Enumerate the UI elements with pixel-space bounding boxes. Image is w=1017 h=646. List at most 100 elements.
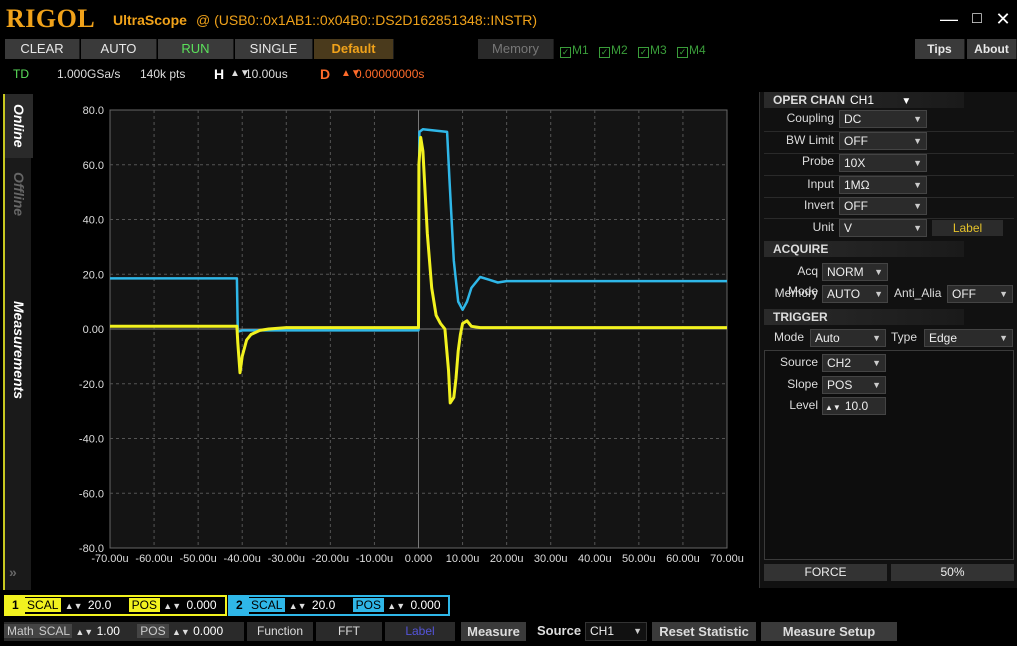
- math-label-button[interactable]: Label: [385, 622, 455, 641]
- ch2-pos-value[interactable]: 0.000: [410, 598, 440, 612]
- trigger-slope-label: Slope: [787, 377, 818, 391]
- trigger-header: TRIGGER: [764, 309, 964, 325]
- measure-source-select[interactable]: CH1 ▼: [585, 622, 647, 641]
- x-tick-label: 50.00u: [622, 553, 656, 565]
- y-tick-labels: 80.060.040.020.00.00-20.0-40.0-60.0-80.0: [79, 105, 104, 555]
- bw-limit-label: BW Limit: [786, 133, 834, 147]
- trigger-mode-select[interactable]: Auto ▼: [810, 329, 886, 347]
- minimize-icon[interactable]: —: [938, 8, 960, 30]
- ch1-badge: 1: [6, 597, 25, 614]
- run-button[interactable]: RUN: [158, 39, 234, 59]
- caret-down-icon: ▼: [633, 626, 642, 636]
- force-button[interactable]: FORCE: [764, 564, 887, 581]
- math-function-button[interactable]: Function: [247, 622, 313, 641]
- spin-icon[interactable]: ▲▼: [163, 601, 181, 611]
- auto-button[interactable]: AUTO: [81, 39, 157, 59]
- ch1-scale-value[interactable]: 20.0: [88, 598, 111, 612]
- x-tick-label: -20.00u: [312, 553, 349, 565]
- m1-checkbox[interactable]: ✓ M1: [560, 42, 589, 58]
- single-button[interactable]: SINGLE: [235, 39, 313, 59]
- trigger-type-select[interactable]: Edge ▼: [924, 329, 1013, 347]
- spin-icon[interactable]: ▲▼: [387, 601, 405, 611]
- x-tick-label: -40.00u: [224, 553, 261, 565]
- y-tick-label: 20.0: [83, 269, 104, 281]
- y-tick-label: -60.0: [79, 488, 104, 500]
- acquire-header: ACQUIRE: [764, 241, 964, 257]
- d-value[interactable]: 0.00000000s: [355, 66, 424, 82]
- maximize-icon[interactable]: □: [966, 8, 988, 30]
- math-settings[interactable]: Math SCAL ▲▼ 1.00 POS ▲▼ 0.000: [4, 622, 244, 641]
- measure-setup-button[interactable]: Measure Setup: [761, 622, 897, 641]
- y-tick-label: 0.00: [83, 324, 104, 336]
- checkmark-icon: ✓: [638, 47, 649, 58]
- anti-alias-select[interactable]: OFF ▼: [947, 285, 1013, 303]
- x-tick-label: 0.000: [405, 553, 433, 565]
- measure-source-label: Source: [537, 623, 582, 638]
- m3-checkbox[interactable]: ✓ M3: [638, 42, 667, 58]
- m4-checkbox[interactable]: ✓ M4: [677, 42, 706, 58]
- trigger-type-label: Type: [891, 330, 918, 344]
- bw-limit-select[interactable]: OFF ▼: [839, 132, 927, 150]
- default-button[interactable]: Default: [314, 39, 394, 59]
- caret-down-icon: ▼: [872, 333, 881, 343]
- y-tick-label: -20.0: [79, 379, 104, 391]
- h-value[interactable]: 10.00us: [245, 66, 288, 82]
- about-button[interactable]: About: [967, 39, 1017, 59]
- tab-online[interactable]: Online: [5, 94, 33, 158]
- unit-label: Unit: [812, 220, 834, 234]
- x-tick-labels: -70.00u -60.00u -50.00u -40.00u -30.00u -20.0…: [91, 553, 743, 565]
- td-label: TD: [13, 67, 29, 81]
- app-name: UltraScope: [113, 12, 187, 28]
- waveform-chart: 80.060.040.020.00.00-20.0-40.0-60.0-80.0…: [79, 105, 744, 565]
- memory-depth: 140k pts: [140, 67, 186, 81]
- m2-checkbox[interactable]: ✓ M2: [599, 42, 628, 58]
- math-label: Math: [4, 624, 37, 638]
- memory-select[interactable]: AUTO ▼: [822, 285, 888, 303]
- memory-label: Memory: [774, 286, 818, 300]
- ch1-pos-value[interactable]: 0.000: [186, 598, 216, 612]
- tab-offline[interactable]: Offline: [5, 160, 33, 228]
- input-select[interactable]: 1MΩ ▼: [839, 176, 927, 194]
- trigger-slope-select[interactable]: POS ▼: [822, 376, 886, 394]
- x-tick-label: 40.00u: [578, 553, 612, 565]
- math-scale-value[interactable]: 1.00: [97, 624, 120, 638]
- trigger-source-select[interactable]: CH2 ▼: [822, 354, 886, 372]
- sample-rate: 1.000GSa/s: [57, 67, 121, 81]
- spin-icon[interactable]: ▲▼: [172, 627, 190, 637]
- measure-button[interactable]: Measure: [461, 622, 526, 641]
- waveform-display[interactable]: 80.0 60.0 40.0 20.0 0.00 -20.0 -40.0 -60.0 -80.0…: [35, 94, 755, 588]
- clear-button[interactable]: CLEAR: [5, 39, 80, 59]
- double-chevron-icon[interactable]: »: [9, 564, 17, 580]
- probe-select[interactable]: 10X ▼: [839, 154, 927, 172]
- x-tick-label: 20.00u: [490, 553, 524, 565]
- ch2-scale-value[interactable]: 20.0: [312, 598, 335, 612]
- x-tick-label: -10.00u: [356, 553, 393, 565]
- memory-button[interactable]: Memory: [478, 39, 554, 59]
- spin-icon[interactable]: ▲▼: [289, 601, 307, 611]
- ch1-scal-label: SCAL: [24, 598, 62, 612]
- fifty-percent-button[interactable]: 50%: [891, 564, 1014, 581]
- math-pos-value[interactable]: 0.000: [193, 624, 223, 638]
- tab-measurements[interactable]: Measurements: [5, 290, 33, 410]
- caret-down-icon: ▼: [872, 358, 881, 368]
- reset-statistic-button[interactable]: Reset Statistic: [652, 622, 756, 641]
- unit-select[interactable]: V ▼: [839, 219, 927, 237]
- ch1-settings[interactable]: 1 SCAL ▲▼ 20.0 POS ▲▼ 0.000: [4, 595, 227, 616]
- y-tick-label: 80.0: [83, 105, 104, 117]
- channel-label-button[interactable]: Label: [932, 220, 1003, 236]
- invert-select[interactable]: OFF ▼: [839, 197, 927, 215]
- caret-down-icon: ▼: [913, 158, 922, 168]
- right-panel: OPER CHAN CH1 ▼ Coupling DC ▼ BW Limit OF…: [759, 92, 1017, 588]
- acq-mode-select[interactable]: NORM ▼: [822, 263, 888, 281]
- trigger-level-input[interactable]: ▲▼ 10.0: [822, 397, 886, 415]
- spin-icon[interactable]: ▲▼: [75, 627, 93, 637]
- spin-icon[interactable]: ▲▼: [65, 601, 83, 611]
- math-pos-label: POS: [137, 624, 169, 638]
- coupling-select[interactable]: DC ▼: [839, 110, 927, 128]
- math-fft-button[interactable]: FFT: [316, 622, 382, 641]
- tips-button[interactable]: Tips: [915, 39, 965, 59]
- ch2-settings[interactable]: 2 SCAL ▲▼ 20.0 POS ▲▼ 0.000: [228, 595, 450, 616]
- oper-chan-select[interactable]: CH1 ▼: [850, 92, 911, 110]
- close-icon[interactable]: ✕: [992, 8, 1014, 30]
- left-tab-strip: Online Offline Measurements »: [3, 94, 33, 590]
